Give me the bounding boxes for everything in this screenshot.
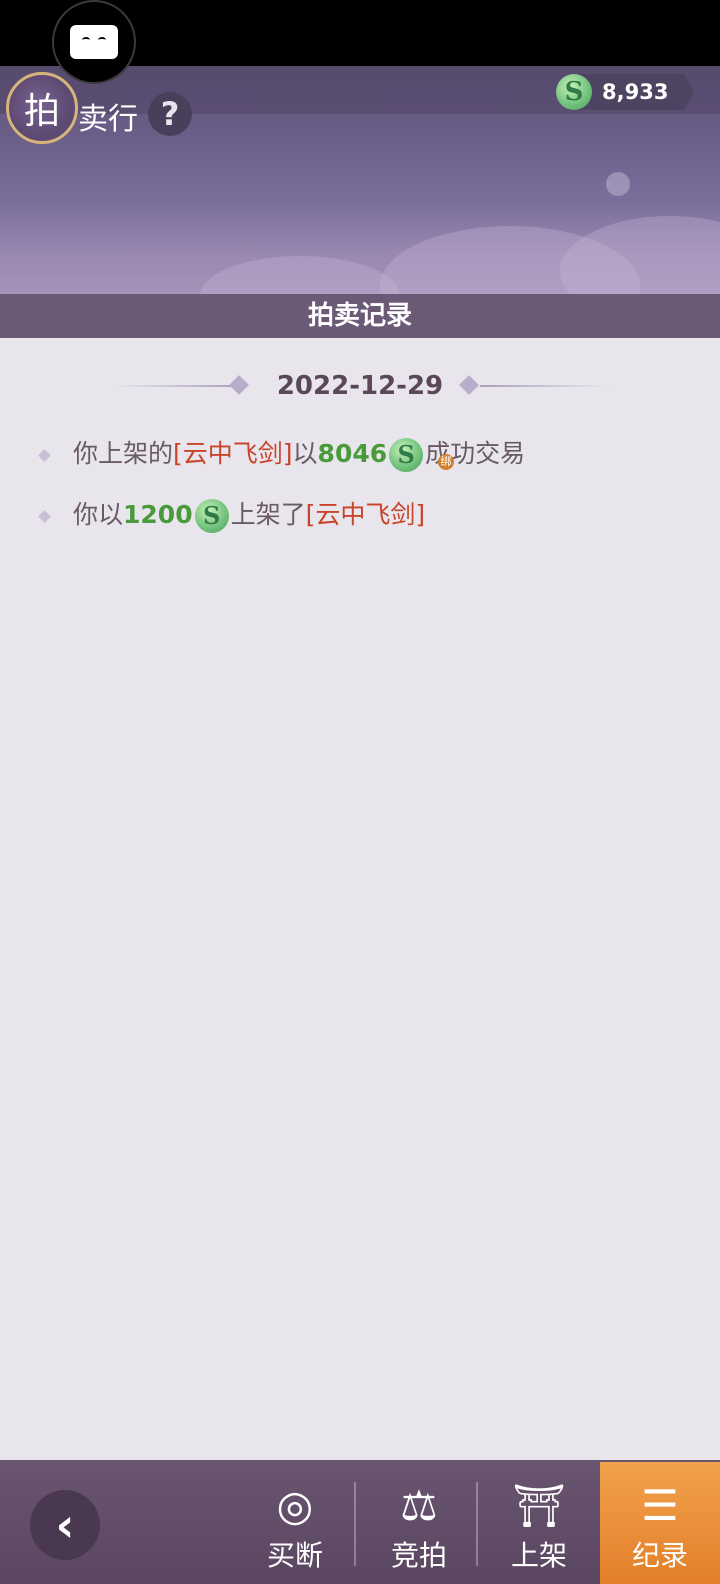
tab-records[interactable]: ☰ 纪录 xyxy=(600,1462,720,1584)
record-amount: 8046 xyxy=(317,439,388,468)
page-title: 卖行 xyxy=(78,102,138,137)
record-text: 以 xyxy=(292,439,318,468)
record-date: 2022-12-29 xyxy=(276,371,444,401)
record-item: 你上架的[云中飞剑]以8046绑成功交易 xyxy=(38,434,525,474)
buyout-icon: ◎ xyxy=(276,1481,314,1530)
jade-coin-icon xyxy=(556,74,592,110)
currency-display: 8,933 xyxy=(556,74,704,110)
bullet-icon xyxy=(38,448,51,462)
tab-buyout[interactable]: ◎ 买断 xyxy=(240,1474,350,1578)
bullet-icon xyxy=(38,509,51,523)
record-amount: 1200 xyxy=(123,500,193,529)
record-text: 你以 xyxy=(73,500,124,529)
tab-label: 竞拍 xyxy=(390,1539,447,1572)
item-link[interactable]: [云中飞剑] xyxy=(306,500,426,529)
shop-icon: ⛩ xyxy=(512,1481,566,1530)
scale-icon: ⚖ xyxy=(400,1481,438,1530)
item-link[interactable]: [云中飞剑] xyxy=(173,439,293,468)
help-button[interactable]: ? xyxy=(148,92,192,136)
tab-label: 上架 xyxy=(510,1539,567,1572)
logo-char: 拍 xyxy=(23,91,60,132)
date-divider: 2022-12-29 xyxy=(110,368,610,404)
floating-assistant-icon[interactable] xyxy=(52,0,136,84)
back-button[interactable]: ‹ xyxy=(30,1490,100,1560)
bound-badge: 绑 xyxy=(438,454,454,470)
tab-label: 买断 xyxy=(266,1539,323,1572)
auction-logo-icon: 拍 xyxy=(6,72,78,144)
jade-coin-icon xyxy=(389,438,424,472)
currency-value: 8,933 xyxy=(602,80,669,104)
tab-list-item[interactable]: ⛩ 上架 xyxy=(484,1474,594,1578)
record-list-icon: ☰ xyxy=(641,1481,679,1530)
record-text: 上架了 xyxy=(230,500,306,529)
jade-coin-icon xyxy=(194,499,229,533)
record-text: 你上架的 xyxy=(73,439,174,468)
record-item: 你以1200 上架了[云中飞剑] xyxy=(38,495,426,535)
section-title: 拍卖记录 xyxy=(0,294,720,338)
tab-bid[interactable]: ⚖ 竞拍 xyxy=(364,1474,474,1578)
tab-label: 纪录 xyxy=(631,1539,688,1572)
